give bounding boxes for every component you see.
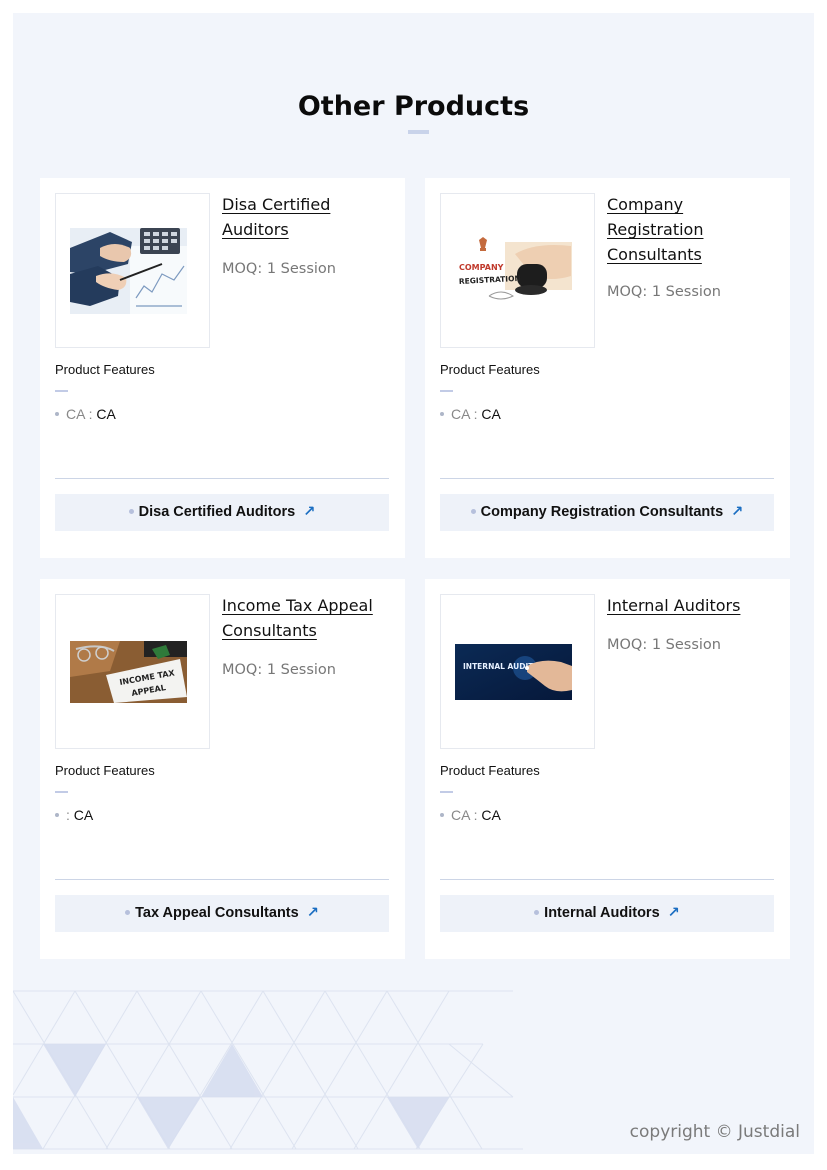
card-divider xyxy=(440,478,774,479)
product-moq: MOQ: 1 Session xyxy=(607,637,721,653)
arrow-up-right-icon: ↗ xyxy=(303,504,316,520)
section-title: Other Products xyxy=(297,91,530,122)
bullet-icon xyxy=(440,813,444,818)
card-divider xyxy=(440,879,774,880)
product-image-frame[interactable]: INCOME TAX APPEAL xyxy=(55,594,210,749)
product-card: INCOME TAX APPEAL Income Tax Appeal Cons… xyxy=(40,579,405,959)
features-label: Product Features xyxy=(440,362,540,377)
cta-label: Disa Certified Auditors xyxy=(138,504,296,520)
internal-audit-screen-image: INTERNAL AUDIT xyxy=(455,643,572,700)
image-text: INTERNAL AUDIT xyxy=(463,662,534,671)
bullet-icon xyxy=(470,508,476,514)
feature-value: CA xyxy=(481,406,501,422)
product-card: COMPANY REGISTRATION Company Registratio… xyxy=(425,178,790,558)
arrow-up-right-icon: ↗ xyxy=(306,905,319,921)
feature-value: CA xyxy=(73,807,94,823)
product-cta-button[interactable]: Tax Appeal Consultants ↗ xyxy=(55,895,389,932)
product-name-link[interactable]: Income Tax Appeal Consultants xyxy=(222,593,387,643)
card-divider xyxy=(55,879,389,880)
product-moq: MOQ: 1 Session xyxy=(222,261,336,277)
bullet-icon xyxy=(534,909,540,915)
feature-value: CA xyxy=(96,406,116,422)
card-divider xyxy=(55,478,389,479)
bullet-icon xyxy=(125,909,131,915)
product-cta-button[interactable]: Company Registration Consultants ↗ xyxy=(440,494,774,531)
product-card: INTERNAL AUDIT Internal Auditors MOQ: 1 … xyxy=(425,579,790,959)
product-name-link[interactable]: Company Registration Consultants xyxy=(607,192,772,267)
company-registration-stamp-image: COMPANY REGISTRATION xyxy=(455,235,572,306)
product-card: Disa Certified Auditors MOQ: 1 Session P… xyxy=(40,178,405,558)
income-tax-appeal-document-image: INCOME TAX APPEAL xyxy=(70,640,187,703)
cta-label: Company Registration Consultants xyxy=(480,504,724,520)
product-cta-button[interactable]: Disa Certified Auditors ↗ xyxy=(55,494,389,531)
features-divider xyxy=(55,390,68,392)
product-name-link[interactable]: Internal Auditors xyxy=(607,593,772,618)
product-image-frame[interactable]: COMPANY REGISTRATION xyxy=(440,193,595,348)
product-cta-button[interactable]: Internal Auditors ↗ xyxy=(440,895,774,932)
feature-item: CA : CA xyxy=(440,807,501,823)
product-moq: MOQ: 1 Session xyxy=(222,662,336,678)
title-underline xyxy=(408,130,429,134)
features-label: Product Features xyxy=(55,362,155,377)
auditor-calculator-image xyxy=(70,227,187,314)
product-image-frame[interactable]: INTERNAL AUDIT xyxy=(440,594,595,749)
features-divider xyxy=(440,390,453,392)
bullet-icon xyxy=(128,508,134,514)
copyright-text: copyright © Justdial xyxy=(629,1122,800,1142)
feature-item: CA : CA xyxy=(55,406,116,422)
features-label: Product Features xyxy=(440,763,540,778)
product-name-link[interactable]: Disa Certified Auditors xyxy=(222,192,387,242)
page: Other Products Disa Certified Auditors M… xyxy=(13,13,814,1154)
product-image-frame[interactable] xyxy=(55,193,210,348)
arrow-up-right-icon: ↗ xyxy=(667,905,680,921)
feature-item: CA : CA xyxy=(440,406,501,422)
bullet-icon xyxy=(55,412,59,417)
cta-label: Internal Auditors xyxy=(544,905,660,921)
triangle-pattern-decoration xyxy=(13,990,523,1150)
image-text: COMPANY xyxy=(459,263,504,272)
features-divider xyxy=(440,791,453,793)
features-divider xyxy=(55,791,68,793)
feature-key: CA xyxy=(451,807,470,823)
feature-key: CA xyxy=(451,406,470,422)
arrow-up-right-icon: ↗ xyxy=(731,504,744,520)
feature-item: : CA xyxy=(55,807,93,823)
features-label: Product Features xyxy=(55,763,155,778)
bullet-icon xyxy=(440,412,444,417)
feature-value: CA xyxy=(481,807,501,823)
product-moq: MOQ: 1 Session xyxy=(607,284,721,300)
bullet-icon xyxy=(55,813,59,818)
cta-label: Tax Appeal Consultants xyxy=(135,905,299,921)
feature-key: CA xyxy=(66,406,85,422)
